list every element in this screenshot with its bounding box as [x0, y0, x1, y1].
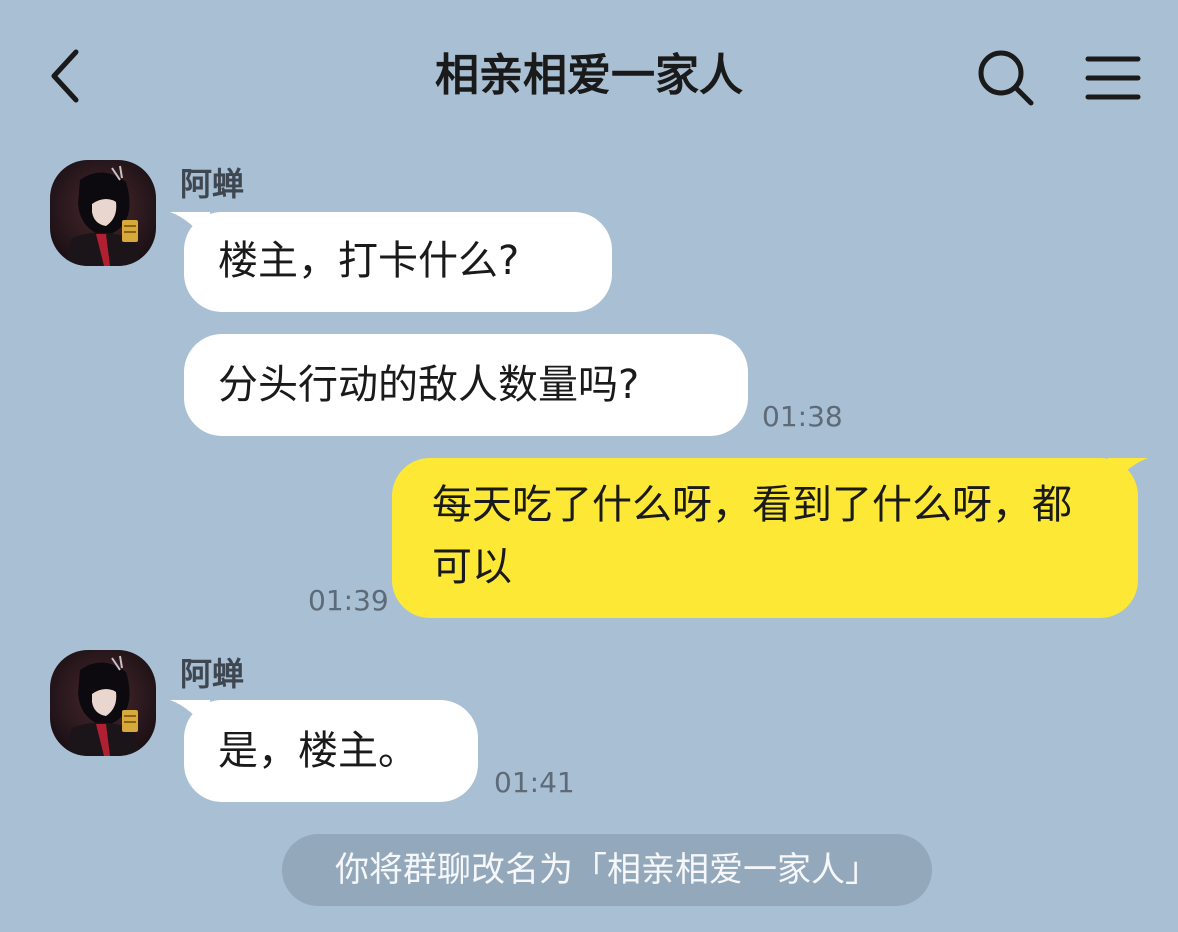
back-button[interactable] — [40, 44, 100, 108]
bubble-tail — [170, 700, 210, 734]
bubble-tail — [1108, 458, 1148, 492]
sender-avatar[interactable] — [50, 650, 156, 756]
chat-header: 相亲相爱一家人 — [0, 0, 1178, 150]
sender-avatar[interactable] — [50, 160, 156, 266]
sender-name: 阿蝉 — [180, 165, 245, 203]
menu-icon — [1085, 56, 1141, 100]
message-text: 楼主，打卡什么? — [218, 238, 520, 284]
bubble-tail — [170, 212, 210, 246]
message-bubble[interactable]: 分头行动的敌人数量吗? — [184, 334, 748, 436]
message-bubble[interactable]: 是，楼主。 — [170, 700, 478, 802]
search-button[interactable] — [974, 46, 1038, 110]
chevron-left-icon — [51, 49, 79, 103]
message-bubble[interactable]: 楼主，打卡什么? — [170, 212, 612, 312]
message-time: 01:39 — [308, 584, 389, 617]
message-time: 01:41 — [494, 766, 575, 799]
message-text: 每天吃了什么呀，看到了什么呀，都可以 — [432, 482, 1072, 590]
message-bubble-outgoing[interactable]: 每天吃了什么呀，看到了什么呀，都可以 — [392, 458, 1148, 618]
search-icon — [978, 50, 1034, 106]
message-time: 01:38 — [762, 400, 843, 433]
message-text: 是，楼主。 — [218, 728, 418, 774]
message-text: 分头行动的敌人数量吗? — [218, 362, 640, 408]
menu-button[interactable] — [1080, 48, 1146, 108]
sender-name: 阿蝉 — [180, 655, 245, 693]
system-notice: 你将群聊改名为「相亲相爱一家人」 — [282, 834, 932, 906]
